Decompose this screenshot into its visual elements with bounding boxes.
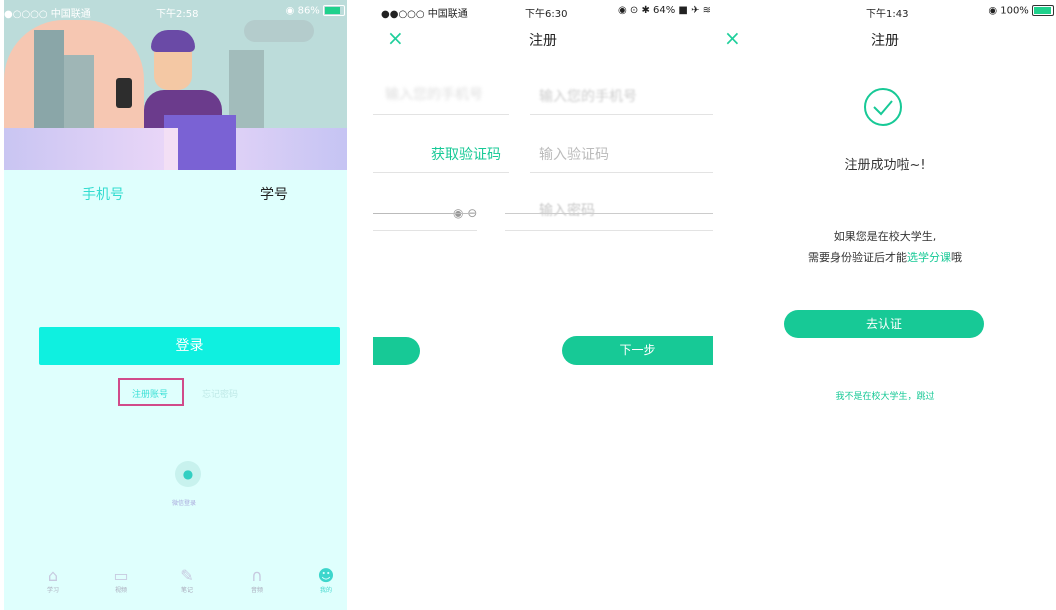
headphones-icon: ∩ [251, 566, 263, 585]
wechat-icon[interactable]: ● [175, 461, 201, 487]
success-text: 注册成功啦~! [844, 158, 926, 173]
profile-icon: ☻ [317, 566, 335, 585]
tab-audio[interactable]: ∩ 音频 [237, 566, 277, 594]
verify-button-label: 去认证 [865, 317, 902, 331]
info-line-1: 如果您是在校大学生, [833, 230, 937, 243]
battery-indicator: ◉ ⊙ ✱ 64% ■ ✈ ≋ [617, 5, 711, 16]
register-link[interactable]: 注册账号 [132, 387, 168, 400]
page-title: 注册 [529, 33, 557, 49]
header-illustration [4, 0, 347, 170]
password-input[interactable]: 输入密码 [539, 200, 595, 220]
register-screen: ●●○○○ 中国联通 下午6:30 ◉ ⊙ ✱ 64% ■ ✈ ≋ × 注册 输… [373, 0, 713, 610]
time-text: 下午6:30 [525, 9, 568, 20]
nav-bar: × 注册 [714, 22, 1056, 56]
battery-text: 64% [653, 5, 676, 16]
time-text: 下午2:58 [156, 9, 199, 20]
login-button[interactable]: 登录 [39, 327, 340, 365]
graduation-cap-icon: ⌂ [47, 566, 59, 585]
battery-text: 100% [1000, 5, 1029, 17]
phone-input[interactable]: 输入您的手机号 [539, 86, 713, 112]
battery-text: 86% [297, 5, 320, 17]
phone-field-ghost: 输入您的手机号 [385, 87, 483, 103]
time-text: 下午1:43 [866, 9, 909, 20]
account-input[interactable] [40, 226, 340, 256]
battery-indicator: ◉ 100% [988, 5, 1054, 17]
nav-bar: × 注册 [373, 22, 713, 56]
page-title: 注册 [871, 33, 899, 49]
password-input[interactable] [40, 268, 340, 298]
pen-icon: ✎ [180, 566, 194, 585]
video-icon: ▭ [113, 566, 129, 585]
register-success-screen: 下午1:43 ◉ 100% × 注册 注册成功啦~! 如果您是在校大学生, 需要… [714, 0, 1056, 610]
forgot-password-link[interactable]: 忘记密码 [202, 387, 238, 400]
info-line-2: 需要身份验证后才能选学分课哦 [808, 251, 962, 264]
tab-study[interactable]: ⌂ 学习 [33, 566, 73, 594]
tab-mine[interactable]: ☻ 我的 [306, 566, 346, 594]
tab-video[interactable]: ▭ 视频 [101, 566, 141, 594]
login-button-label: 登录 [175, 338, 204, 354]
verify-button[interactable]: 去认证 [784, 310, 984, 338]
skip-link[interactable]: 我不是在校大学生，跳过 [714, 389, 1056, 402]
tab-notes[interactable]: ✎ 笔记 [167, 566, 207, 594]
code-input[interactable]: 输入验证码 [539, 144, 609, 164]
next-button-label: 下一步 [619, 343, 656, 357]
success-check-icon [863, 87, 903, 127]
get-code-button[interactable]: 获取验证码 [431, 144, 501, 164]
wechat-login-label: 微信登录 [172, 500, 197, 507]
tab-student-id[interactable]: 学号 [260, 184, 288, 204]
carrier-text: ●●○○○ 中国联通 [381, 9, 468, 20]
battery-indicator: ◉ 86% [286, 5, 345, 17]
next-button[interactable]: 下一步 [562, 336, 713, 365]
tab-phone[interactable]: 手机号 [82, 184, 124, 204]
carrier-text: ●○○○○ 中国联通 [4, 9, 91, 20]
ghost-button [373, 337, 420, 365]
credit-course-link[interactable]: 选学分课 [907, 251, 951, 264]
login-screen: ●○○○○ 中国联通 下午2:58 ◉ 86% 手机号 学号 登录 注册账号 忘… [4, 0, 347, 610]
